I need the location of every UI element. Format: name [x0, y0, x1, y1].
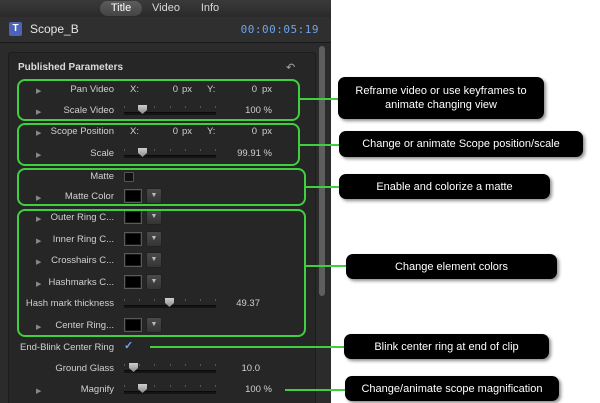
slider-tick	[124, 385, 125, 387]
slider-tick	[124, 364, 125, 366]
slider-tick	[200, 385, 201, 387]
end-blink-label: End-Blink Center Ring	[20, 342, 114, 353]
callout-blink: Blink center ring at end of clip	[344, 334, 549, 359]
tab-video[interactable]: Video	[145, 1, 187, 16]
highlight-scope-position-scale	[17, 123, 300, 166]
ground-glass-value[interactable]: 10.0	[226, 363, 261, 374]
reset-arrow-icon[interactable]: ↶	[286, 61, 295, 74]
slider-tick	[185, 385, 186, 387]
inspector-tab-bar: Title Video Info	[0, 0, 331, 17]
callout-magnify: Change/animate scope magnification	[345, 376, 559, 401]
connector-line	[300, 98, 338, 100]
callout-matte: Enable and colorize a matte	[339, 174, 550, 199]
connector-line	[300, 144, 339, 146]
magnify-label: Magnify	[80, 384, 114, 395]
magnify-value[interactable]: 100 %	[230, 384, 272, 395]
ground-glass-label: Ground Glass	[55, 363, 114, 374]
clip-timecode: 00:00:05:19	[240, 23, 319, 36]
slider-tick	[215, 364, 216, 366]
slider-knob[interactable]	[138, 384, 147, 393]
slider-knob[interactable]	[129, 363, 138, 372]
scrollbar-thumb[interactable]	[319, 46, 325, 296]
slider-tick	[215, 385, 216, 387]
callout-reframe: Reframe video or use keyframes to animat…	[338, 77, 544, 119]
clip-name: Scope_B	[30, 22, 79, 36]
section-title[interactable]: Published Parameters	[18, 62, 123, 73]
tab-title[interactable]: Title	[100, 1, 142, 16]
slider-tick	[139, 364, 140, 366]
connector-line	[306, 186, 339, 188]
highlight-matte	[17, 168, 306, 206]
highlight-element-colors	[17, 209, 306, 337]
checkmark-icon[interactable]: ✓	[124, 339, 133, 352]
connector-line	[150, 346, 344, 348]
ground-glass-slider[interactable]	[124, 363, 216, 373]
slider-tick	[170, 364, 171, 366]
clip-header: T Scope_B 00:00:05:19	[0, 17, 331, 43]
connector-line	[285, 389, 345, 391]
callout-element-colors: Change element colors	[346, 254, 557, 279]
magnify-slider[interactable]	[124, 384, 216, 394]
slider-tick	[185, 364, 186, 366]
tab-info[interactable]: Info	[190, 1, 230, 16]
slider-tick	[170, 385, 171, 387]
title-clip-icon: T	[9, 22, 22, 36]
slider-tick	[154, 385, 155, 387]
slider-tick	[154, 364, 155, 366]
callout-position-scale: Change or animate Scope position/scale	[339, 131, 583, 157]
connector-line	[306, 265, 346, 267]
slider-tick	[200, 364, 201, 366]
highlight-pan-scale-video	[17, 79, 300, 121]
